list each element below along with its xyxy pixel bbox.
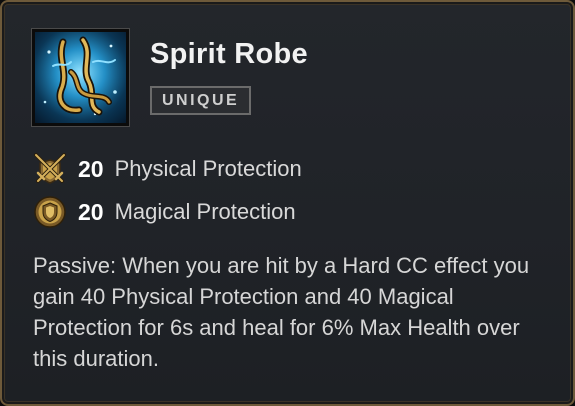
physical-protection-icon — [32, 151, 68, 187]
passive-description: Passive: When you are hit by a Hard CC e… — [33, 253, 530, 371]
physical-protection-label: Physical Protection — [114, 156, 302, 181]
stat-magical-protection: 20 Magical Protection — [32, 194, 296, 230]
spirit-robe-icon — [31, 28, 130, 127]
stat-physical-protection: 20 Physical Protection — [32, 151, 302, 187]
magical-protection-value: 20 — [78, 198, 104, 225]
rarity-badge: UNIQUE — [150, 86, 252, 115]
rarity-label: UNIQUE — [162, 91, 240, 109]
item-name: Spirit Robe — [150, 38, 308, 70]
physical-protection-value: 20 — [78, 155, 104, 182]
item-tooltip: Spirit Robe UNIQUE 20 Physical Protectio… — [0, 0, 575, 406]
magical-protection-label: Magical Protection — [114, 199, 296, 224]
magical-protection-icon — [32, 194, 68, 230]
